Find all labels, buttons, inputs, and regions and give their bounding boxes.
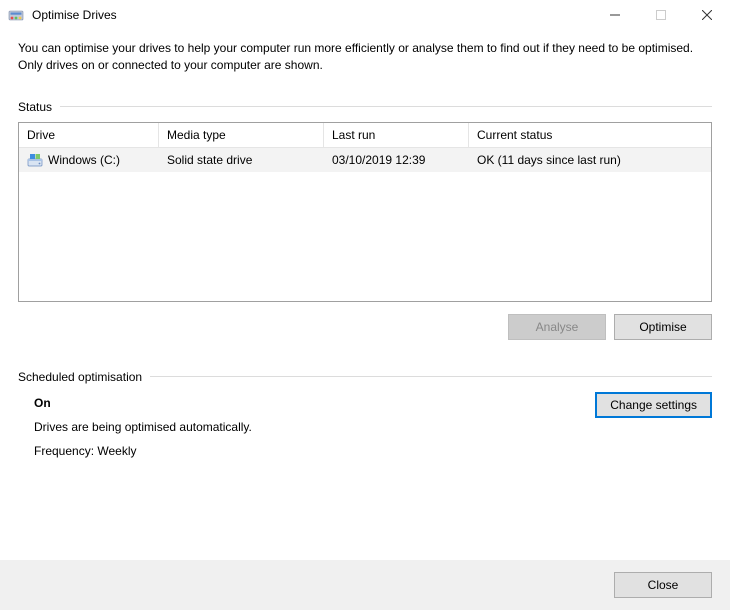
optimise-button[interactable]: Optimise xyxy=(614,314,712,340)
divider xyxy=(150,376,712,377)
header-drive[interactable]: Drive xyxy=(19,123,159,147)
maximize-button[interactable] xyxy=(638,0,684,30)
table-header: Drive Media type Last run Current status xyxy=(19,123,711,148)
cell-drive: Windows (C:) xyxy=(19,148,159,172)
close-dialog-button[interactable]: Close xyxy=(614,572,712,598)
drive-icon xyxy=(27,152,43,168)
header-last-run[interactable]: Last run xyxy=(324,123,469,147)
header-media[interactable]: Media type xyxy=(159,123,324,147)
schedule-text: On Drives are being optimised automatica… xyxy=(34,392,595,458)
status-section-label: Status xyxy=(18,100,712,114)
minimize-button[interactable] xyxy=(592,0,638,30)
schedule-description: Drives are being optimised automatically… xyxy=(34,420,595,434)
divider xyxy=(60,106,712,107)
close-button[interactable] xyxy=(684,0,730,30)
schedule-label-text: Scheduled optimisation xyxy=(18,370,142,384)
schedule-status: On xyxy=(34,396,595,410)
change-settings-button[interactable]: Change settings xyxy=(595,392,712,418)
cell-last-run: 03/10/2019 12:39 xyxy=(324,148,469,172)
table-row[interactable]: Windows (C:) Solid state drive 03/10/201… xyxy=(19,148,711,172)
app-icon xyxy=(8,7,24,23)
analyse-button: Analyse xyxy=(508,314,606,340)
window-controls xyxy=(592,0,730,30)
footer: Close xyxy=(0,560,730,610)
titlebar: Optimise Drives xyxy=(0,0,730,30)
schedule-section-label: Scheduled optimisation xyxy=(18,370,712,384)
schedule-frequency: Frequency: Weekly xyxy=(34,444,595,458)
drive-table: Drive Media type Last run Current status… xyxy=(18,122,712,302)
cell-status: OK (11 days since last run) xyxy=(469,148,711,172)
status-label-text: Status xyxy=(18,100,52,114)
cell-drive-text: Windows (C:) xyxy=(48,153,120,167)
header-status[interactable]: Current status xyxy=(469,123,711,147)
action-row: Analyse Optimise xyxy=(18,314,712,340)
schedule-block: On Drives are being optimised automatica… xyxy=(18,392,712,458)
window-title: Optimise Drives xyxy=(32,8,592,22)
cell-media: Solid state drive xyxy=(159,148,324,172)
description-text: You can optimise your drives to help you… xyxy=(18,40,712,74)
